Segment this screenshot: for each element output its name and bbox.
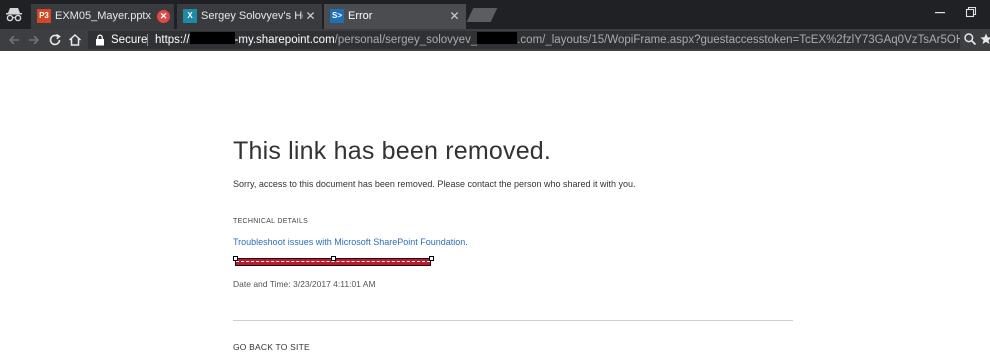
- troubleshoot-link[interactable]: Troubleshoot issues with Microsoft Share…: [233, 237, 468, 247]
- tab-close-icon[interactable]: ✕: [448, 10, 461, 23]
- bookmark-star-icon[interactable]: [979, 32, 990, 46]
- selection-handle: [429, 256, 434, 261]
- redaction-block: [477, 32, 518, 44]
- search-icon[interactable]: [963, 32, 977, 46]
- redacted-correlation-id: [233, 256, 434, 266]
- address-bar[interactable]: Secure https://-my.sharepoint.com/person…: [88, 31, 960, 49]
- tab-label: Error: [348, 10, 373, 22]
- tab-error[interactable]: S> Error ✕: [324, 4, 466, 29]
- sharepoint-icon: S>: [330, 9, 344, 23]
- address-separator: [147, 34, 148, 46]
- browser-toolbar: Secure https://-my.sharepoint.com/person…: [0, 29, 990, 51]
- excel-icon: X: [183, 9, 197, 23]
- tab-home[interactable]: X Sergey Solovyev's Home ✕: [177, 4, 322, 29]
- url-text: https://-my.sharepoint.com/personal/serg…: [155, 32, 960, 46]
- date-time: Date and Time: 3/23/2017 4:11:01 AM: [233, 279, 376, 289]
- restore-icon[interactable]: [964, 5, 978, 19]
- lock-icon: [96, 34, 104, 46]
- powerpoint-icon: P3: [37, 9, 51, 23]
- new-tab-button[interactable]: [466, 8, 498, 22]
- go-back-link[interactable]: GO BACK TO SITE: [233, 342, 310, 352]
- page-title: This link has been removed.: [233, 137, 552, 165]
- secure-label: Secure: [111, 34, 148, 46]
- tab-label: EXM05_Mayer.pptx: [55, 10, 151, 22]
- tab-pptx[interactable]: P3 EXM05_Mayer.pptx ✕: [31, 4, 174, 29]
- back-icon[interactable]: [6, 32, 22, 48]
- home-icon[interactable]: [67, 32, 83, 48]
- divider: [233, 320, 793, 321]
- selection-handle: [233, 256, 238, 261]
- technical-details-heading: TECHNICAL DETAILS: [233, 218, 309, 225]
- tab-close-icon[interactable]: ✕: [157, 10, 170, 23]
- tab-close-icon[interactable]: ✕: [304, 10, 317, 23]
- error-message: Sorry, access to this document has been …: [233, 179, 636, 189]
- selection-handle: [331, 256, 336, 261]
- tab-strip: P3 EXM05_Mayer.pptx ✕ X Sergey Solovyev'…: [0, 0, 990, 29]
- reload-icon[interactable]: [47, 32, 63, 48]
- forward-icon[interactable]: [26, 32, 42, 48]
- tab-label: Sergey Solovyev's Home: [201, 10, 303, 22]
- incognito-icon: [6, 8, 22, 22]
- redaction-block: [189, 32, 235, 44]
- minimize-icon[interactable]: [933, 5, 947, 19]
